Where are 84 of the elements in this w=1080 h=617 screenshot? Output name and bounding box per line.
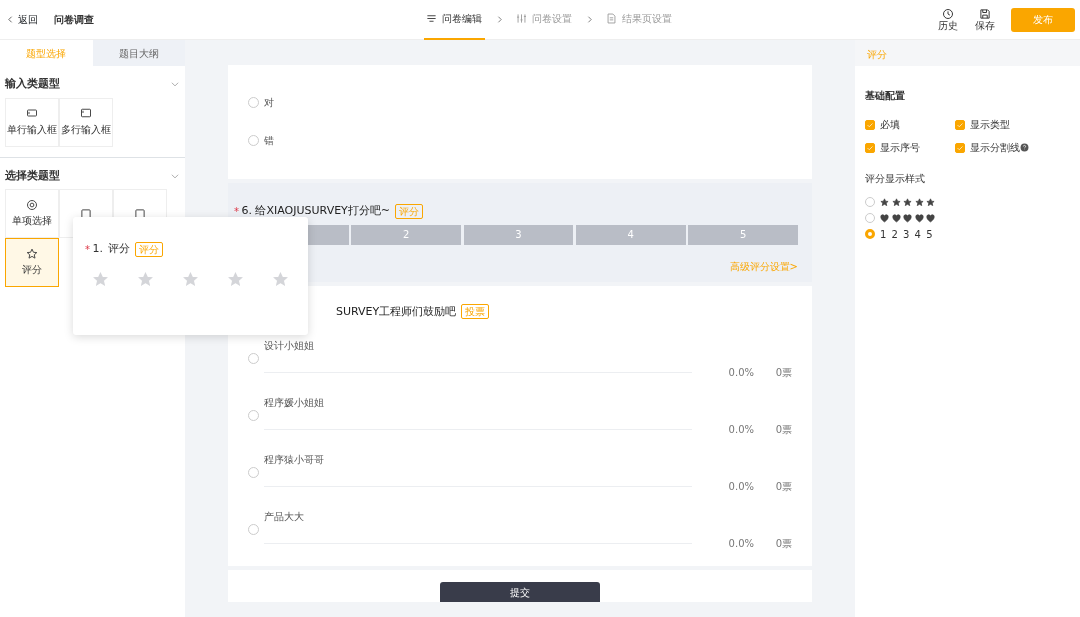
checkbox[interactable] — [955, 142, 965, 153]
question-type-tag: 评分 — [135, 241, 163, 257]
group-title: 输入类题型 — [5, 76, 60, 92]
required-mark: * — [234, 204, 239, 219]
question-type-tag: 投票 — [461, 304, 490, 320]
star-icon — [93, 271, 108, 287]
survey-title: 问卷调查 — [53, 13, 94, 27]
vote-percent: 0.0% — [727, 536, 754, 551]
section-title: 基础配置 — [865, 89, 906, 103]
checkbox-label: 显示分割线 — [970, 141, 1020, 155]
check-icon — [956, 143, 964, 152]
check-icon — [866, 143, 874, 152]
radio-button[interactable] — [865, 213, 875, 223]
question-type-tag: 评分 — [395, 203, 424, 219]
radio-button[interactable] — [865, 229, 875, 239]
radio-button[interactable] — [248, 353, 259, 364]
star-icon — [903, 197, 912, 207]
vote-percent: 0.0% — [727, 422, 754, 437]
star-icon — [926, 197, 935, 207]
clock-icon — [942, 7, 954, 20]
question-type-tile[interactable]: 多行输入框 — [59, 97, 113, 147]
required-mark: * — [85, 242, 90, 257]
option-label: 设计小姐姐 — [264, 338, 315, 353]
step-tab[interactable]: 问卷设置 — [513, 0, 575, 40]
check-icon — [956, 120, 964, 129]
vote-count: 0票 — [774, 536, 792, 551]
star-icon — [273, 271, 288, 287]
input-icon — [26, 107, 38, 120]
group-title: 选择类题型 — [5, 167, 60, 184]
option-label: 程序媛小姐姐 — [264, 395, 325, 410]
question-type-tile[interactable]: 评分 — [5, 238, 59, 287]
question-title: 评分 — [108, 241, 130, 257]
star-icon — [891, 197, 901, 207]
step-tab[interactable]: 结果页设置 — [603, 0, 675, 40]
save-button[interactable]: 保存 — [969, 6, 1001, 33]
number-scale-label: 1 2 3 4 5 — [880, 227, 934, 242]
lines-icon — [426, 13, 437, 24]
square-icon — [134, 207, 146, 220]
radio-button[interactable] — [248, 467, 259, 478]
star-icon — [183, 271, 198, 287]
question-type-tile[interactable]: 单行输入框 — [5, 97, 59, 147]
vote-count: 0票 — [774, 479, 792, 494]
radio-button[interactable] — [248, 524, 259, 535]
checkbox-label: 必填 — [880, 118, 900, 132]
question-title: SURVEY工程师们鼓励吧 — [336, 303, 457, 320]
square-icon — [80, 207, 92, 220]
panel-tab[interactable]: 题目大纲 — [92, 40, 185, 66]
question-number: 1. — [92, 241, 103, 257]
checkbox-label: 显示序号 — [880, 141, 920, 155]
radio-button[interactable] — [248, 96, 259, 108]
document-icon — [606, 13, 617, 24]
star-icon — [228, 271, 243, 287]
panel-title: 评分 — [855, 40, 1080, 66]
question-title: 6. 给XIAOJUSURVEY打分吧~ — [241, 203, 391, 219]
checkbox[interactable] — [955, 119, 965, 130]
checkbox-label: 显示类型 — [970, 118, 1010, 132]
radio-button[interactable] — [865, 197, 875, 207]
option-label: 程序猿小哥哥 — [264, 452, 325, 467]
textarea-icon — [80, 107, 92, 120]
option-label: 对 — [264, 95, 274, 110]
vote-percent: 0.0% — [727, 479, 754, 494]
submit-button[interactable]: 提交 — [440, 582, 600, 602]
checkbox[interactable] — [865, 119, 875, 130]
section-title: 评分显示样式 — [865, 172, 926, 186]
question-type-tile[interactable]: 单项选择 — [5, 189, 59, 238]
history-button[interactable]: 历史 — [932, 6, 964, 33]
vote-percent: 0.0% — [727, 365, 754, 380]
option-label: 错 — [264, 133, 274, 148]
star-icon — [26, 247, 38, 260]
save-icon — [979, 7, 991, 20]
star-icon — [880, 197, 889, 207]
radio-button[interactable] — [248, 134, 259, 146]
radio-icon — [26, 198, 38, 211]
vote-count: 0票 — [774, 422, 792, 437]
vote-count: 0票 — [774, 365, 792, 380]
option-label: 产品大大 — [264, 509, 305, 524]
star-icon — [914, 197, 924, 207]
chevron-left-icon — [6, 15, 15, 24]
checkbox[interactable] — [865, 142, 875, 153]
check-icon — [866, 120, 874, 129]
sliders-icon — [516, 13, 527, 24]
radio-button[interactable] — [248, 410, 259, 421]
star-icon — [138, 271, 153, 287]
back-link[interactable]: 返回 — [5, 11, 39, 28]
